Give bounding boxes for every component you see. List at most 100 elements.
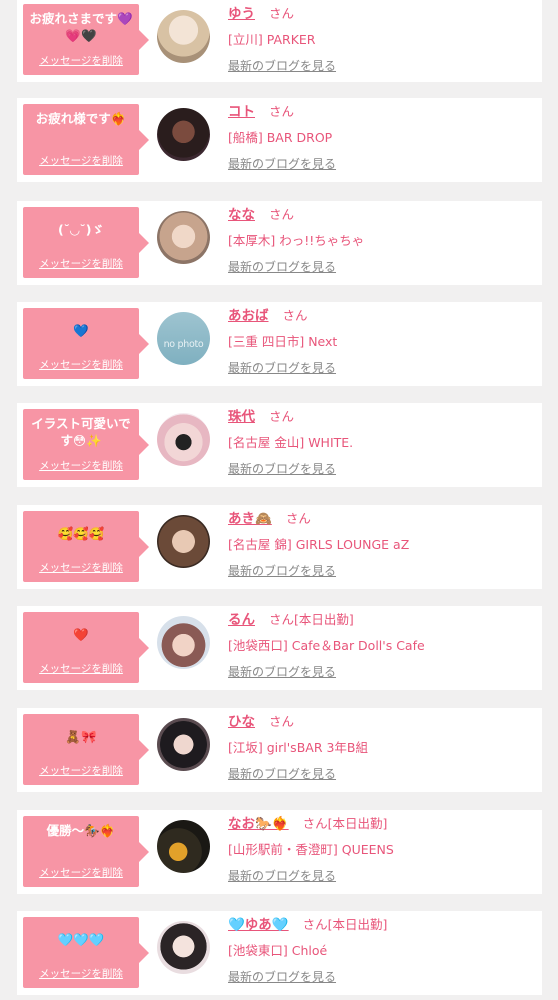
delete-message-link[interactable]: メッセージを削除	[23, 966, 139, 981]
avatar[interactable]	[157, 718, 210, 771]
avatar[interactable]	[157, 10, 210, 63]
message-text: ❤️	[73, 627, 89, 642]
latest-blog-link[interactable]: 最新のブログを見る	[228, 359, 336, 376]
message-text: 🧸🎀	[65, 729, 97, 744]
sender-info: あき🙈 さん [名古屋 錦] GIRLS LOUNGE aZ 最新のブログを見る	[228, 505, 534, 589]
delete-message-link[interactable]: メッセージを削除	[23, 865, 139, 880]
sender-name-link[interactable]: あき🙈	[228, 511, 272, 527]
honorific: さん	[269, 612, 295, 627]
sender-name-line: あおば さん	[228, 304, 308, 324]
message-text: 🥰🥰🥰	[57, 526, 105, 541]
avatar[interactable]	[157, 413, 210, 466]
sender-name-line: ゆう さん	[228, 2, 294, 22]
sender-name-link[interactable]: コト	[228, 104, 255, 120]
latest-blog-link[interactable]: 最新のブログを見る	[228, 562, 336, 579]
message-list: お疲れさまです💜💗🖤 メッセージを削除 ゆう さん [立川] PARKER 最新のブログを…	[0, 0, 558, 1000]
shop-name: [池袋西口] Cafe＆Bar Doll's Cafe	[228, 638, 425, 653]
message-bubble: お疲れさまです💜💗🖤 メッセージを削除	[23, 4, 149, 75]
sender-name-line: なな さん	[228, 203, 294, 223]
latest-blog-link[interactable]: 最新のブログを見る	[228, 765, 336, 782]
message-card: ❤️ メッセージを削除 るん さん[本日出勤] [池袋西口] Cafe＆Bar Doll…	[17, 606, 542, 690]
sender-name-link[interactable]: 珠代	[228, 409, 255, 425]
latest-blog-link[interactable]: 最新のブログを見る	[228, 663, 336, 680]
sender-info: ひな さん [江坂] girl'sBAR 3年B組 最新のブログを見る	[228, 708, 534, 792]
sender-name-link[interactable]: るん	[228, 612, 255, 628]
working-today-badge: [本日出勤]	[327, 816, 388, 831]
avatar[interactable]	[157, 921, 210, 974]
message-text: 優勝〜🏇❤️‍🔥	[46, 823, 116, 838]
honorific: さん	[269, 6, 295, 21]
delete-message-link[interactable]: メッセージを削除	[23, 458, 139, 473]
delete-message-link[interactable]: メッセージを削除	[23, 256, 139, 271]
message-card: (˘◡˘)ゞメッセージを削除 なな さん [本厚木] わっ!!ちゃちゃ 最新のブログを見…	[17, 201, 542, 285]
delete-message-link[interactable]: メッセージを削除	[23, 560, 139, 575]
sender-info: コト さん [船橋] BAR DROP 最新のブログを見る	[228, 98, 534, 182]
sender-name-link[interactable]: 🩵ゆあ🩵	[228, 917, 289, 933]
sender-info: あおば さん [三重 四日市] Next 最新のブログを見る	[228, 302, 534, 386]
message-bubble: お疲れ様です❤️‍🔥 メッセージを削除	[23, 104, 149, 175]
sender-name-link[interactable]: ゆう	[228, 6, 255, 22]
avatar[interactable]	[157, 108, 210, 161]
honorific: さん	[269, 104, 295, 119]
shop-name: [本厚木] わっ!!ちゃちゃ	[228, 233, 365, 248]
message-card: お疲れ様です❤️‍🔥 メッセージを削除 コト さん [船橋] BAR DROP 最新のブロ…	[17, 98, 542, 182]
message-text: お疲れさまです💜💗🖤	[29, 11, 133, 43]
message-bubble: イラスト可愛いです😳✨ メッセージを削除	[23, 409, 149, 480]
sender-name-line: コト さん	[228, 100, 294, 120]
latest-blog-link[interactable]: 最新のブログを見る	[228, 968, 336, 985]
working-today-badge: [本日出勤]	[327, 917, 388, 932]
message-text: イラスト可愛いです😳✨	[31, 416, 131, 448]
shop-name: [池袋東口] Chloé	[228, 943, 328, 958]
honorific: さん	[269, 207, 295, 222]
shop-name: [三重 四日市] Next	[228, 334, 338, 349]
sender-info: なお🐎❤️‍🔥 さん[本日出勤] [山形駅前・香澄町] QUEENS 最新のブログを見…	[228, 810, 534, 894]
message-text: (˘◡˘)ゞ	[57, 222, 105, 237]
avatar[interactable]	[157, 211, 210, 264]
message-bubble: 優勝〜🏇❤️‍🔥 メッセージを削除	[23, 816, 149, 887]
message-bubble: 🧸🎀 メッセージを削除	[23, 714, 149, 785]
latest-blog-link[interactable]: 最新のブログを見る	[228, 155, 336, 172]
sender-info: 🩵ゆあ🩵 さん[本日出勤] [池袋東口] Chloé 最新のブログを見る	[228, 911, 534, 995]
delete-message-link[interactable]: メッセージを削除	[23, 53, 139, 68]
avatar[interactable]	[157, 616, 210, 669]
shop-name: [船橋] BAR DROP	[228, 130, 333, 145]
sender-name-line: るん さん[本日出勤]	[228, 608, 354, 628]
sender-name-link[interactable]: ひな	[228, 714, 255, 730]
honorific: さん	[282, 308, 308, 323]
message-bubble: 🩵🩵🩵 メッセージを削除	[23, 917, 149, 988]
latest-blog-link[interactable]: 最新のブログを見る	[228, 57, 336, 74]
message-text: お疲れ様です❤️‍🔥	[35, 111, 127, 126]
message-card: 🥰🥰🥰 メッセージを削除 あき🙈 さん [名古屋 錦] GIRLS LOUNGE aZ 最…	[17, 505, 542, 589]
shop-name: [名古屋 錦] GIRLS LOUNGE aZ	[228, 537, 410, 552]
honorific: さん	[302, 917, 328, 932]
sender-name-line: 🩵ゆあ🩵 さん[本日出勤]	[228, 913, 387, 933]
delete-message-link[interactable]: メッセージを削除	[23, 153, 139, 168]
avatar[interactable]	[157, 515, 210, 568]
latest-blog-link[interactable]: 最新のブログを見る	[228, 460, 336, 477]
message-card: 優勝〜🏇❤️‍🔥 メッセージを削除 なお🐎❤️‍🔥 さん[本日出勤] [山形駅前・香澄町…	[17, 810, 542, 894]
honorific: さん	[269, 409, 295, 424]
latest-blog-link[interactable]: 最新のブログを見る	[228, 867, 336, 884]
shop-name: [名古屋 金山] WHITE.	[228, 435, 354, 450]
message-card: 🩵🩵🩵 メッセージを削除 🩵ゆあ🩵 さん[本日出勤] [池袋東口] Chloé 最新のブロ…	[17, 911, 542, 995]
sender-name-link[interactable]: あおば	[228, 308, 269, 324]
avatar[interactable]: no photo	[157, 312, 210, 365]
honorific: さん	[285, 511, 311, 526]
sender-name-line: なお🐎❤️‍🔥 さん[本日出勤]	[228, 812, 387, 832]
sender-name-link[interactable]: なお🐎❤️‍🔥	[228, 816, 289, 832]
avatar[interactable]	[157, 820, 210, 873]
message-card: 💙 メッセージを削除 no photo あおば さん [三重 四日市] Next 最新のブロ…	[17, 302, 542, 386]
honorific: さん	[269, 714, 295, 729]
delete-message-link[interactable]: メッセージを削除	[23, 357, 139, 372]
shop-name: [山形駅前・香澄町] QUEENS	[228, 842, 394, 857]
latest-blog-link[interactable]: 最新のブログを見る	[228, 258, 336, 275]
message-bubble: 🥰🥰🥰 メッセージを削除	[23, 511, 149, 582]
message-bubble: 💙 メッセージを削除	[23, 308, 149, 379]
delete-message-link[interactable]: メッセージを削除	[23, 763, 139, 778]
no-photo-label: no photo	[163, 339, 204, 350]
message-bubble: (˘◡˘)ゞメッセージを削除	[23, 207, 149, 278]
message-text: 🩵🩵🩵	[57, 932, 105, 947]
delete-message-link[interactable]: メッセージを削除	[23, 661, 139, 676]
sender-name-link[interactable]: なな	[228, 207, 255, 223]
message-card: お疲れさまです💜💗🖤 メッセージを削除 ゆう さん [立川] PARKER 最新のブログを…	[17, 0, 542, 82]
